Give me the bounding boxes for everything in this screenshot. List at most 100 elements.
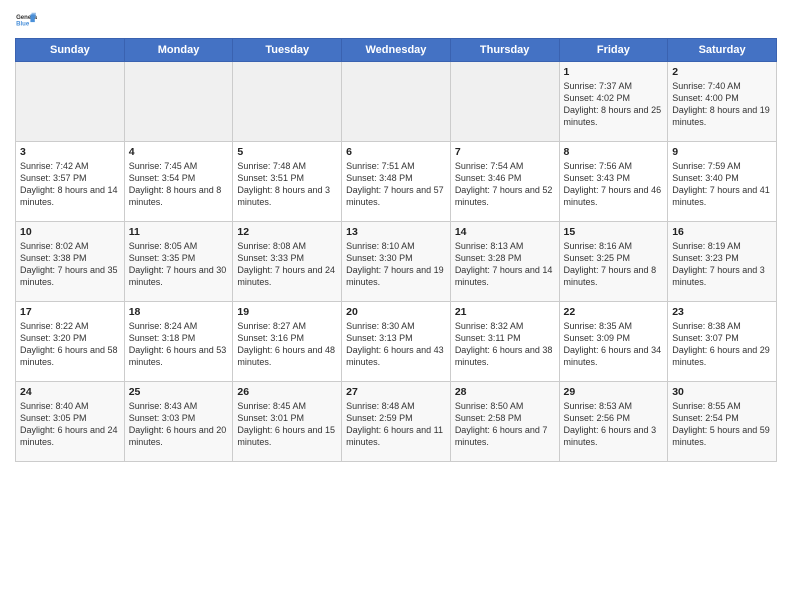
day-cell: 12 Sunrise: 8:08 AM Sunset: 3:33 PM Dayli… — [233, 222, 342, 302]
day-number: 28 — [455, 386, 555, 398]
day-info: Sunrise: 8:48 AM Sunset: 2:59 PM Dayligh… — [346, 400, 446, 449]
day-cell: 9 Sunrise: 7:59 AM Sunset: 3:40 PM Daylig… — [668, 142, 777, 222]
day-cell: 24 Sunrise: 8:40 AM Sunset: 3:05 PM Dayli… — [16, 382, 125, 462]
day-cell: 30 Sunrise: 8:55 AM Sunset: 2:54 PM Dayli… — [668, 382, 777, 462]
day-info: Sunrise: 7:42 AM Sunset: 3:57 PM Dayligh… — [20, 160, 120, 209]
svg-text:Blue: Blue — [16, 21, 30, 27]
day-cell: 5 Sunrise: 7:48 AM Sunset: 3:51 PM Daylig… — [233, 142, 342, 222]
page: General Blue SundayMondayTuesdayWednesda… — [0, 0, 792, 612]
day-info: Sunrise: 8:50 AM Sunset: 2:58 PM Dayligh… — [455, 400, 555, 449]
day-number: 18 — [129, 306, 229, 318]
day-number: 3 — [20, 146, 120, 158]
day-info: Sunrise: 8:13 AM Sunset: 3:28 PM Dayligh… — [455, 240, 555, 289]
day-cell: 27 Sunrise: 8:48 AM Sunset: 2:59 PM Dayli… — [342, 382, 451, 462]
day-cell: 20 Sunrise: 8:30 AM Sunset: 3:13 PM Dayli… — [342, 302, 451, 382]
day-number: 17 — [20, 306, 120, 318]
day-info: Sunrise: 8:08 AM Sunset: 3:33 PM Dayligh… — [237, 240, 337, 289]
day-number: 27 — [346, 386, 446, 398]
week-row-5: 24 Sunrise: 8:40 AM Sunset: 3:05 PM Dayli… — [16, 382, 777, 462]
day-number: 8 — [564, 146, 664, 158]
day-info: Sunrise: 8:02 AM Sunset: 3:38 PM Dayligh… — [20, 240, 120, 289]
day-cell: 14 Sunrise: 8:13 AM Sunset: 3:28 PM Dayli… — [450, 222, 559, 302]
day-cell: 3 Sunrise: 7:42 AM Sunset: 3:57 PM Daylig… — [16, 142, 125, 222]
day-number: 16 — [672, 226, 772, 238]
day-info: Sunrise: 8:10 AM Sunset: 3:30 PM Dayligh… — [346, 240, 446, 289]
day-info: Sunrise: 8:16 AM Sunset: 3:25 PM Dayligh… — [564, 240, 664, 289]
day-number: 24 — [20, 386, 120, 398]
day-number: 23 — [672, 306, 772, 318]
day-info: Sunrise: 8:38 AM Sunset: 3:07 PM Dayligh… — [672, 320, 772, 369]
weekday-header-saturday: Saturday — [668, 39, 777, 62]
day-cell — [124, 62, 233, 142]
day-info: Sunrise: 7:37 AM Sunset: 4:02 PM Dayligh… — [564, 80, 664, 129]
weekday-header-tuesday: Tuesday — [233, 39, 342, 62]
weekday-header-friday: Friday — [559, 39, 668, 62]
day-cell: 8 Sunrise: 7:56 AM Sunset: 3:43 PM Daylig… — [559, 142, 668, 222]
day-info: Sunrise: 8:55 AM Sunset: 2:54 PM Dayligh… — [672, 400, 772, 449]
weekday-header-row: SundayMondayTuesdayWednesdayThursdayFrid… — [16, 39, 777, 62]
weekday-header-monday: Monday — [124, 39, 233, 62]
day-cell — [16, 62, 125, 142]
day-info: Sunrise: 7:59 AM Sunset: 3:40 PM Dayligh… — [672, 160, 772, 209]
day-cell: 23 Sunrise: 8:38 AM Sunset: 3:07 PM Dayli… — [668, 302, 777, 382]
day-info: Sunrise: 8:35 AM Sunset: 3:09 PM Dayligh… — [564, 320, 664, 369]
day-info: Sunrise: 8:22 AM Sunset: 3:20 PM Dayligh… — [20, 320, 120, 369]
week-row-2: 3 Sunrise: 7:42 AM Sunset: 3:57 PM Daylig… — [16, 142, 777, 222]
day-info: Sunrise: 7:51 AM Sunset: 3:48 PM Dayligh… — [346, 160, 446, 209]
day-number: 19 — [237, 306, 337, 318]
day-number: 26 — [237, 386, 337, 398]
day-cell: 29Sunrise: 8:53 AM Sunset: 2:56 PM Dayli… — [559, 382, 668, 462]
day-cell — [450, 62, 559, 142]
day-cell: 18 Sunrise: 8:24 AM Sunset: 3:18 PM Dayli… — [124, 302, 233, 382]
day-number: 4 — [129, 146, 229, 158]
day-cell: 7Sunrise: 7:54 AM Sunset: 3:46 PM Daylig… — [450, 142, 559, 222]
day-number: 14 — [455, 226, 555, 238]
day-cell: 21 Sunrise: 8:32 AM Sunset: 3:11 PM Dayli… — [450, 302, 559, 382]
day-cell: 6Sunrise: 7:51 AM Sunset: 3:48 PM Daylig… — [342, 142, 451, 222]
day-cell — [342, 62, 451, 142]
day-info: Sunrise: 7:40 AM Sunset: 4:00 PM Dayligh… — [672, 80, 772, 129]
logo: General Blue — [15, 10, 41, 32]
day-number: 25 — [129, 386, 229, 398]
day-number: 11 — [129, 226, 229, 238]
day-cell: 10 Sunrise: 8:02 AM Sunset: 3:38 PM Dayli… — [16, 222, 125, 302]
day-info: Sunrise: 8:40 AM Sunset: 3:05 PM Dayligh… — [20, 400, 120, 449]
weekday-header-thursday: Thursday — [450, 39, 559, 62]
day-cell: 19Sunrise: 8:27 AM Sunset: 3:16 PM Dayli… — [233, 302, 342, 382]
day-cell: 25 Sunrise: 8:43 AM Sunset: 3:03 PM Dayli… — [124, 382, 233, 462]
day-cell: 22Sunrise: 8:35 AM Sunset: 3:09 PM Dayli… — [559, 302, 668, 382]
day-info: Sunrise: 7:45 AM Sunset: 3:54 PM Dayligh… — [129, 160, 229, 209]
day-info: Sunrise: 8:05 AM Sunset: 3:35 PM Dayligh… — [129, 240, 229, 289]
calendar-table: SundayMondayTuesdayWednesdayThursdayFrid… — [15, 38, 777, 462]
week-row-4: 17 Sunrise: 8:22 AM Sunset: 3:20 PM Dayli… — [16, 302, 777, 382]
day-cell: 28 Sunrise: 8:50 AM Sunset: 2:58 PM Dayli… — [450, 382, 559, 462]
day-info: Sunrise: 7:48 AM Sunset: 3:51 PM Dayligh… — [237, 160, 337, 209]
day-number: 12 — [237, 226, 337, 238]
day-info: Sunrise: 8:30 AM Sunset: 3:13 PM Dayligh… — [346, 320, 446, 369]
day-number: 13 — [346, 226, 446, 238]
day-info: Sunrise: 7:56 AM Sunset: 3:43 PM Dayligh… — [564, 160, 664, 209]
day-cell: 4 Sunrise: 7:45 AM Sunset: 3:54 PM Daylig… — [124, 142, 233, 222]
day-number: 15 — [564, 226, 664, 238]
weekday-header-sunday: Sunday — [16, 39, 125, 62]
day-number: 21 — [455, 306, 555, 318]
day-number: 1 — [564, 66, 664, 78]
day-number: 10 — [20, 226, 120, 238]
day-info: Sunrise: 8:24 AM Sunset: 3:18 PM Dayligh… — [129, 320, 229, 369]
day-number: 29 — [564, 386, 664, 398]
day-info: Sunrise: 8:43 AM Sunset: 3:03 PM Dayligh… — [129, 400, 229, 449]
day-number: 30 — [672, 386, 772, 398]
day-cell: 11 Sunrise: 8:05 AM Sunset: 3:35 PM Dayli… — [124, 222, 233, 302]
day-cell: 1 Sunrise: 7:37 AM Sunset: 4:02 PM Daylig… — [559, 62, 668, 142]
day-cell — [233, 62, 342, 142]
day-info: Sunrise: 8:45 AM Sunset: 3:01 PM Dayligh… — [237, 400, 337, 449]
logo-icon: General Blue — [15, 10, 37, 32]
day-number: 20 — [346, 306, 446, 318]
day-info: Sunrise: 8:32 AM Sunset: 3:11 PM Dayligh… — [455, 320, 555, 369]
day-cell: 26 Sunrise: 8:45 AM Sunset: 3:01 PM Dayli… — [233, 382, 342, 462]
day-cell: 16 Sunrise: 8:19 AM Sunset: 3:23 PM Dayli… — [668, 222, 777, 302]
day-number: 5 — [237, 146, 337, 158]
day-number: 9 — [672, 146, 772, 158]
day-cell: 15 Sunrise: 8:16 AM Sunset: 3:25 PM Dayli… — [559, 222, 668, 302]
day-info: Sunrise: 8:19 AM Sunset: 3:23 PM Dayligh… — [672, 240, 772, 289]
